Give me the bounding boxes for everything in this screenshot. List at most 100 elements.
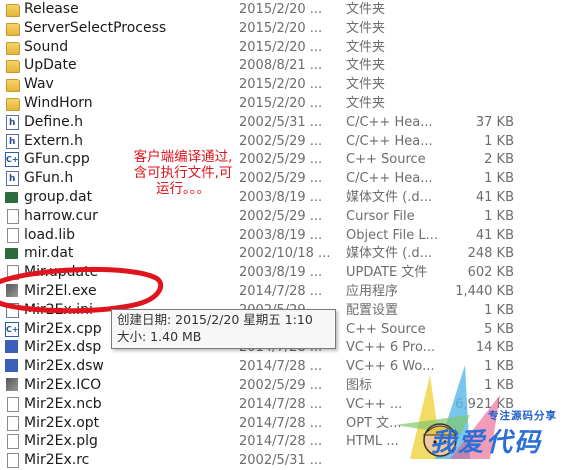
dat-file-icon	[5, 192, 18, 203]
file-date: 2014/7/28 ...	[239, 434, 323, 450]
file-size: 14 KB	[475, 340, 514, 356]
list-item[interactable]: C+ GFun.cpp 2002/5/29 ... C++ Source 2 KB	[0, 150, 573, 169]
file-name: WindHorn	[24, 95, 93, 111]
list-item[interactable]: group.dat 2003/8/19 ... 媒体文件 (.d... 41 KB	[0, 188, 573, 207]
ico-file-icon	[6, 378, 18, 391]
file-date: 2003/8/19 ...	[239, 190, 323, 205]
h-file-icon: h	[6, 171, 19, 187]
file-name: Mir2Ex.dsw	[24, 358, 104, 375]
file-type: UPDATE 文件	[346, 265, 428, 281]
file-type: C++ Source	[346, 321, 426, 337]
vc-file-icon	[5, 359, 18, 373]
folder-icon	[6, 98, 20, 111]
file-size: 602 KB	[467, 265, 514, 281]
list-item[interactable]: Wav 2015/2/20 ... 文件夹	[0, 75, 573, 94]
annotation-line-3: 运行。。。	[156, 181, 210, 197]
file-type: 配置设置	[346, 302, 399, 318]
h-file-icon: h	[6, 133, 19, 149]
file-date: 2015/2/20 ...	[239, 96, 323, 111]
file-size: 248 KB	[467, 246, 514, 262]
file-date: 2002/5/29 ...	[239, 133, 323, 149]
file-type: Object File L...	[346, 227, 438, 243]
file-type: C++ Source	[346, 152, 426, 168]
file-icon	[7, 434, 19, 450]
list-item[interactable]: h Define.h 2002/5/31 ... C/C++ Hea... 37 KB	[0, 113, 573, 132]
file-name: Mir2Ex.plg	[24, 433, 98, 450]
file-size: 1 KB	[484, 208, 514, 224]
file-type: 媒体文件 (.d...	[346, 190, 432, 205]
file-date: 2014/7/28 ...	[239, 415, 323, 431]
cpp-file-icon: C+	[5, 152, 19, 168]
file-date: 2015/2/20 ...	[239, 39, 323, 55]
list-item[interactable]: h GFun.h 2002/5/29 ... C/C++ Hea... 1 KB	[0, 169, 573, 188]
file-date: 2003/8/19 ...	[239, 265, 323, 281]
folder-icon	[6, 22, 20, 36]
file-tooltip: 创建日期: 2015/2/20 星期五 1:10 大小: 1.40 MB	[111, 309, 336, 349]
file-type: 文件夹	[346, 58, 386, 74]
file-icon	[7, 453, 19, 469]
annotation-text: 客户端编译通过, 含可执行文件,可 运行。。。	[113, 149, 253, 197]
red-ellipse-annotation	[0, 266, 163, 314]
file-size: 2 KB	[484, 152, 514, 168]
file-date: 2003/8/19 ...	[239, 227, 323, 243]
vc-file-icon	[5, 340, 18, 354]
folder-icon	[6, 4, 20, 17]
list-item[interactable]: harrow.cur 2002/5/29 ... Cursor File 1 KB	[0, 207, 573, 226]
list-item[interactable]: mir.dat 2002/10/18 ... 媒体文件 (.d... 248 KB	[0, 244, 573, 263]
file-name: Mir2Ex.opt	[24, 414, 100, 431]
tooltip-created: 创建日期: 2015/2/20 星期五 1:10	[117, 312, 313, 327]
file-size: 1 KB	[484, 302, 514, 318]
file-date: 2002/5/29 ...	[239, 152, 323, 168]
folder-icon	[6, 41, 20, 55]
folder-icon	[6, 60, 20, 74]
file-name: mir.dat	[24, 245, 74, 262]
file-icon	[7, 396, 19, 412]
file-type: VC++ 6 Pro...	[346, 340, 436, 356]
file-icon	[7, 415, 19, 431]
file-type: 文件夹	[346, 96, 386, 111]
annotation-line-1: 客户端编译通过,	[133, 149, 233, 165]
file-date: 2014/7/28 ...	[239, 284, 323, 299]
file-date: 2002/5/31 ...	[239, 114, 323, 130]
file-size: 37 KB	[475, 114, 514, 130]
file-type: 文件夹	[346, 2, 386, 17]
file-date: 2015/2/20 ...	[239, 20, 323, 36]
file-name: UpDate	[24, 57, 77, 74]
file-date: 2014/7/28 ...	[239, 396, 323, 412]
file-date: 2002/5/29 ...	[239, 171, 323, 187]
file-icon	[7, 227, 19, 243]
list-item[interactable]: h Extern.h 2002/5/29 ... C/C++ Hea... 1 KB	[0, 132, 573, 151]
file-size: 1 KB	[484, 171, 514, 187]
file-date: 2002/5/31 ...	[239, 453, 323, 469]
file-type: 文件夹	[346, 20, 386, 36]
list-item[interactable]: Release 2015/2/20 ... 文件夹	[0, 0, 573, 19]
cpp-file-icon: C+	[5, 321, 19, 337]
list-item[interactable]: ServerSelectProcess 2015/2/20 ... 文件夹	[0, 19, 573, 38]
file-type: C/C++ Hea...	[346, 133, 433, 149]
file-name: Release	[24, 1, 79, 17]
file-size: 41 KB	[475, 227, 514, 243]
file-type: 文件夹	[346, 39, 386, 55]
file-date: 2015/2/20 ...	[239, 2, 323, 17]
file-name: Extern.h	[24, 132, 83, 149]
file-date: 2015/2/20 ...	[239, 77, 323, 93]
file-size: 1 KB	[484, 133, 514, 149]
list-item[interactable]: UpDate 2008/8/21 ... 文件夹	[0, 56, 573, 75]
dat-file-icon	[5, 248, 18, 260]
list-item[interactable]: load.lib 2003/8/19 ... Object File L... 41 …	[0, 226, 573, 245]
tooltip-size: 大小: 1.40 MB	[117, 329, 202, 344]
watermark-tagline: 专注源码分享	[488, 410, 557, 422]
file-type: 应用程序	[346, 284, 399, 299]
list-item[interactable]: WindHorn 2015/2/20 ... 文件夹	[0, 94, 573, 113]
file-date: 2002/10/18 ...	[239, 246, 331, 262]
file-size: 41 KB	[475, 190, 514, 205]
list-item[interactable]: Sound 2015/2/20 ... 文件夹	[0, 38, 573, 57]
file-type: Cursor File	[346, 208, 415, 224]
watermark-brand: 我爱代码	[430, 428, 543, 458]
file-size: 1,440 KB	[455, 284, 514, 299]
folder-icon	[6, 79, 20, 93]
file-size: 5 KB	[484, 321, 514, 337]
file-date: 2002/5/29 ...	[239, 378, 323, 393]
file-date: 2008/8/21 ...	[239, 58, 323, 74]
file-name: Mir2Ex.rc	[24, 452, 90, 469]
